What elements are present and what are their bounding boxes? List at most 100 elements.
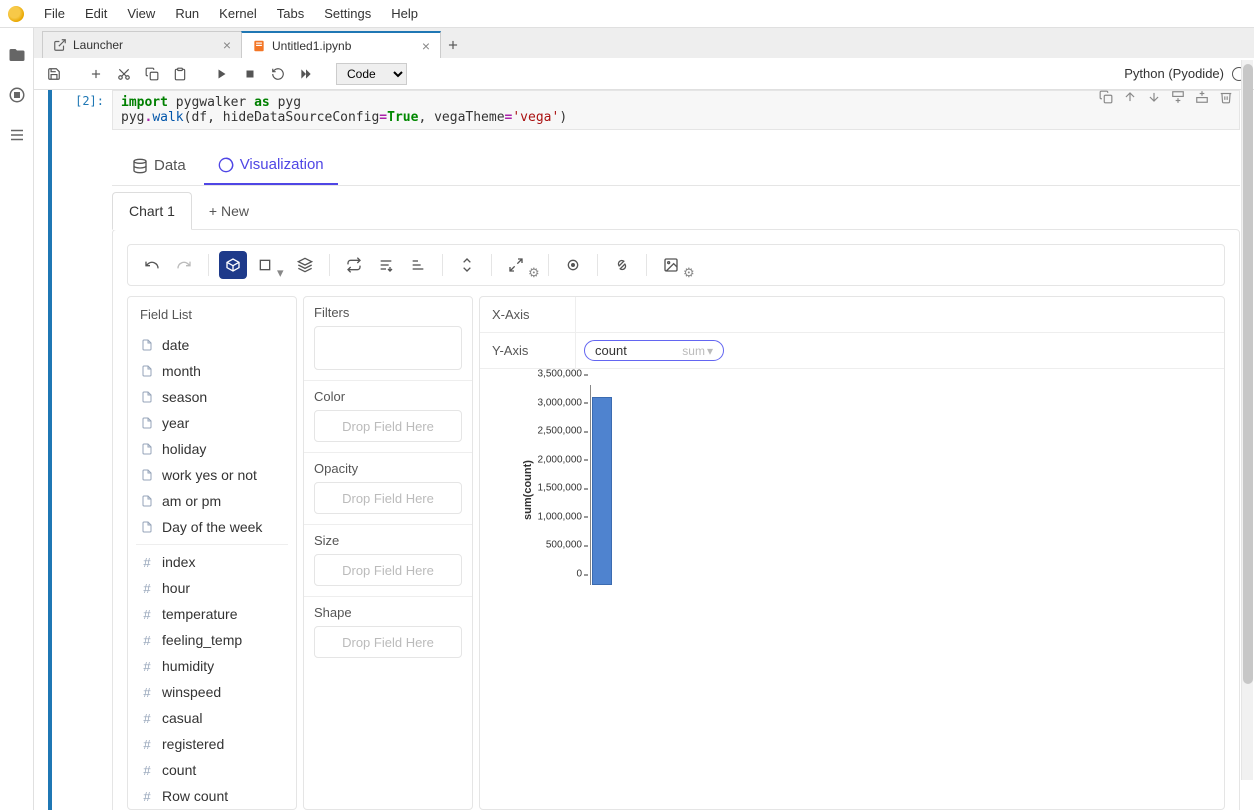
filters-dropzone[interactable] [314, 326, 462, 370]
filters-label: Filters [314, 305, 462, 320]
move-down-icon[interactable] [1147, 90, 1161, 104]
layout-button[interactable] [502, 251, 530, 279]
shape-dropzone[interactable]: Drop Field Here [314, 626, 462, 658]
size-dropzone[interactable]: Drop Field Here [314, 554, 462, 586]
string-icon [140, 442, 154, 456]
insert-below-icon[interactable] [1195, 90, 1209, 104]
gear-icon: ⚙ [683, 265, 693, 275]
mark-type-button[interactable] [251, 251, 279, 279]
aggregate-button[interactable] [219, 251, 247, 279]
stack-button[interactable] [291, 251, 319, 279]
tab-visualization[interactable]: Visualization [204, 146, 338, 185]
cell-type-select[interactable]: Code [336, 63, 407, 85]
field-row-count[interactable]: Row count [128, 783, 296, 809]
delete-cell-icon[interactable] [1219, 90, 1233, 104]
field-humidity[interactable]: humidity [128, 653, 296, 679]
transpose-button[interactable] [340, 251, 368, 279]
stop-button[interactable] [238, 62, 262, 86]
code-cell[interactable]: [2]: import pygwalker as pyg pyg.walk(df… [48, 90, 1240, 810]
string-icon [140, 390, 154, 404]
coord-button[interactable] [559, 251, 587, 279]
debug-button[interactable] [608, 251, 636, 279]
notebook-icon [252, 39, 266, 53]
insert-above-icon[interactable] [1171, 90, 1185, 104]
field-holiday[interactable]: holiday [128, 436, 296, 462]
field-registered[interactable]: registered [128, 731, 296, 757]
field-season[interactable]: season [128, 384, 296, 410]
field-temperature[interactable]: temperature [128, 601, 296, 627]
field-date[interactable]: date [128, 332, 296, 358]
chip-agg[interactable]: sum ▾ [682, 344, 713, 358]
menu-tabs[interactable]: Tabs [267, 2, 314, 25]
field-label: temperature [162, 606, 237, 622]
tab-label: Untitled1.ipynb [272, 39, 351, 53]
field-label: feeling_temp [162, 632, 242, 648]
hash-icon [140, 737, 154, 751]
undo-button[interactable] [138, 251, 166, 279]
sort-asc-button[interactable] [372, 251, 400, 279]
field-year[interactable]: year [128, 410, 296, 436]
tab-data[interactable]: Data [118, 146, 200, 185]
cut-button[interactable] [112, 62, 136, 86]
chart-tab-new[interactable]: + New [192, 192, 266, 230]
running-sessions-icon[interactable] [8, 86, 26, 104]
close-icon[interactable]: × [223, 37, 231, 53]
size-label: Size [314, 533, 462, 548]
hash-icon [140, 763, 154, 777]
duplicate-icon[interactable] [1099, 90, 1113, 104]
copy-button[interactable] [140, 62, 164, 86]
field-count[interactable]: count [128, 757, 296, 783]
field-work-yes-or-not[interactable]: work yes or not [128, 462, 296, 488]
close-icon[interactable]: × [422, 38, 430, 54]
pygwalker-toolbar: ▾ ⚙ [127, 244, 1225, 286]
y-axis-dropzone[interactable]: count sum ▾ [576, 333, 1224, 368]
folder-icon[interactable] [8, 46, 26, 64]
field-feeling_temp[interactable]: feeling_temp [128, 627, 296, 653]
scrollbar-thumb[interactable] [1243, 64, 1253, 684]
field-month[interactable]: month [128, 358, 296, 384]
add-cell-button[interactable] [84, 62, 108, 86]
menu-settings[interactable]: Settings [314, 2, 381, 25]
redo-button[interactable] [170, 251, 198, 279]
hash-icon [140, 789, 154, 803]
scrollbar[interactable] [1241, 60, 1253, 780]
code-input[interactable]: import pygwalker as pyg pyg.walk(df, hid… [112, 90, 1240, 130]
kernel-name[interactable]: Python (Pyodide) [1124, 66, 1224, 81]
sort-desc-button[interactable] [404, 251, 432, 279]
menu-kernel[interactable]: Kernel [209, 2, 267, 25]
field-casual[interactable]: casual [128, 705, 296, 731]
toc-icon[interactable] [8, 126, 26, 144]
tab-notebook[interactable]: Untitled1.ipynb × [241, 31, 441, 58]
field-label: count [162, 762, 196, 778]
menu-edit[interactable]: Edit [75, 2, 117, 25]
field-label: index [162, 554, 195, 570]
restart-button[interactable] [266, 62, 290, 86]
menu-help[interactable]: Help [381, 2, 428, 25]
y-axis-chip[interactable]: count sum ▾ [584, 340, 724, 361]
x-axis-dropzone[interactable] [576, 297, 1224, 332]
run-button[interactable] [210, 62, 234, 86]
save-button[interactable] [42, 62, 66, 86]
menu-file[interactable]: File [34, 2, 75, 25]
paste-button[interactable] [168, 62, 192, 86]
tab-launcher[interactable]: Launcher × [42, 31, 242, 58]
restart-run-all-button[interactable] [294, 62, 318, 86]
field-hour[interactable]: hour [128, 575, 296, 601]
opacity-dropzone[interactable]: Drop Field Here [314, 482, 462, 514]
chart-tab-1[interactable]: Chart 1 [112, 192, 192, 230]
new-tab-button[interactable] [440, 32, 466, 58]
jupyter-logo [8, 6, 24, 22]
menu-view[interactable]: View [117, 2, 165, 25]
field-winspeed[interactable]: winspeed [128, 679, 296, 705]
field-index[interactable]: index [128, 549, 296, 575]
menu-run[interactable]: Run [165, 2, 209, 25]
chart-area: sum(count) 0500,0001,000,0001,500,0002,0… [480, 369, 1224, 809]
color-dropzone[interactable]: Drop Field Here [314, 410, 462, 442]
export-image-button[interactable] [657, 251, 685, 279]
move-up-icon[interactable] [1123, 90, 1137, 104]
axis-resize-button[interactable] [453, 251, 481, 279]
pygwalker-tabs: Data Visualization [112, 146, 1240, 186]
field-day-of-the-week[interactable]: Day of the week [128, 514, 296, 540]
field-am-or-pm[interactable]: am or pm [128, 488, 296, 514]
field-label: winspeed [162, 684, 221, 700]
